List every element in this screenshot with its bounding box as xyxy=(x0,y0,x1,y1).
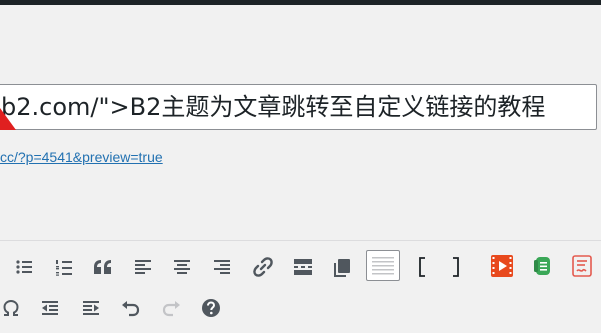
align-center-icon xyxy=(174,260,190,274)
undo-button[interactable] xyxy=(119,297,143,319)
toolbar-divider xyxy=(0,240,601,241)
toggle-toolbar-button[interactable] xyxy=(330,256,354,278)
redo-button[interactable] xyxy=(159,297,183,319)
align-right-button[interactable] xyxy=(210,256,234,278)
read-more-button[interactable] xyxy=(291,256,315,278)
admin-top-bar xyxy=(0,0,601,5)
shortcode-open-button[interactable] xyxy=(413,254,431,280)
align-right-icon xyxy=(214,260,230,274)
indent-icon xyxy=(83,301,99,315)
link-icon xyxy=(253,257,273,277)
preview-permalink[interactable]: cc/?p=4541&preview=true xyxy=(0,149,163,165)
numbered-list-button[interactable] xyxy=(52,256,76,278)
red-arrow-annotation xyxy=(0,108,16,130)
horizontal-line-button[interactable] xyxy=(366,250,400,281)
copy-icon xyxy=(334,259,350,277)
bracket-open-icon xyxy=(419,257,425,277)
blockquote-icon xyxy=(94,260,111,274)
bulleted-list-icon xyxy=(16,260,32,274)
shortcode-close-button[interactable] xyxy=(447,254,465,280)
red-plugin-button[interactable] xyxy=(570,253,594,279)
omega-icon xyxy=(3,299,19,316)
bulleted-list-button[interactable] xyxy=(12,256,36,278)
outdent-button[interactable] xyxy=(38,297,62,319)
outdent-icon xyxy=(42,301,58,315)
red-note-icon xyxy=(572,255,592,277)
redo-icon xyxy=(162,301,180,317)
bracket-close-icon xyxy=(453,257,459,277)
read-more-icon xyxy=(294,259,312,275)
green-plugin-button[interactable] xyxy=(531,254,555,278)
numbered-list-icon xyxy=(56,260,72,276)
insert-link-button[interactable] xyxy=(251,256,275,278)
video-icon xyxy=(491,255,513,277)
help-icon xyxy=(202,299,220,317)
video-plugin-button[interactable] xyxy=(489,253,515,279)
post-title-text: b2.com/">B2主题为文章跳转至自定义链接的教程 xyxy=(1,93,546,121)
align-left-icon xyxy=(135,260,151,274)
post-title-input[interactable]: b2.com/">B2主题为文章跳转至自定义链接的教程 xyxy=(0,84,597,130)
green-document-icon xyxy=(534,257,550,275)
indent-button[interactable] xyxy=(79,297,103,319)
blockquote-button[interactable] xyxy=(90,256,116,278)
help-button[interactable] xyxy=(199,297,223,319)
horizontal-line-icon xyxy=(372,256,394,274)
special-character-button[interactable] xyxy=(0,297,22,319)
undo-icon xyxy=(122,301,140,317)
align-center-button[interactable] xyxy=(170,256,194,278)
align-left-button[interactable] xyxy=(131,256,155,278)
